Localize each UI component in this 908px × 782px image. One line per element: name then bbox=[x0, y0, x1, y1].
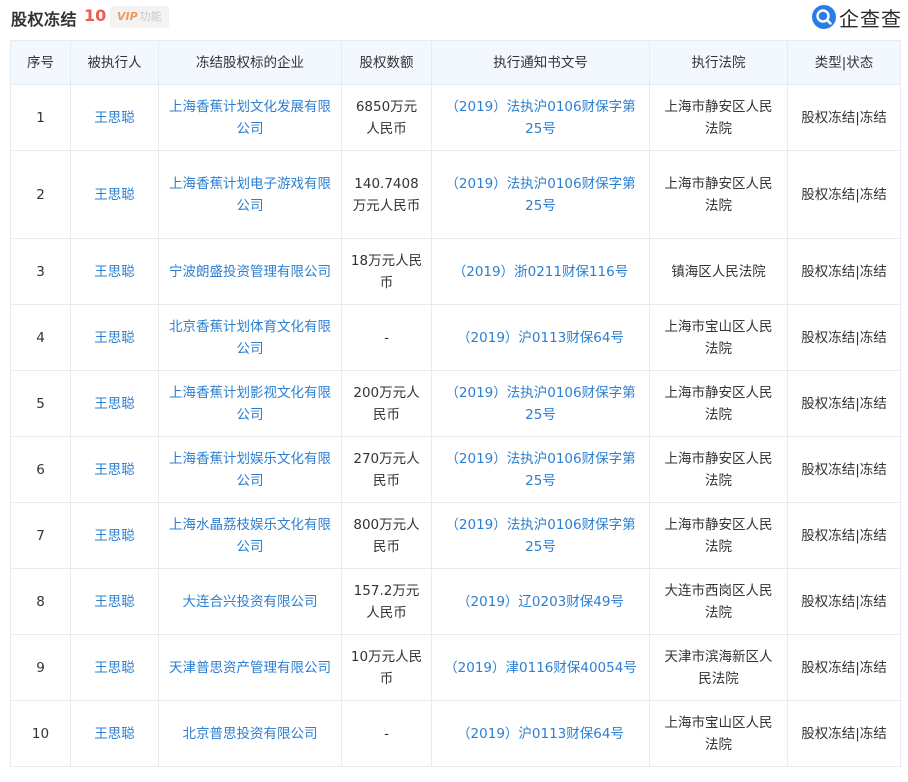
col-header-person: 被执行人 bbox=[70, 40, 159, 85]
cell-person-link[interactable]: 王思聪 bbox=[70, 436, 159, 503]
cell-no: 10 bbox=[10, 700, 71, 767]
cell-court: 上海市静安区人民法院 bbox=[649, 436, 788, 503]
table-row: 6 王思聪 上海香蕉计划娱乐文化有限公司 270万元人民币 （2019）法执沪0… bbox=[10, 436, 901, 503]
cell-doc-link[interactable]: （2019）辽0203财保49号 bbox=[431, 568, 650, 635]
cell-status: 股权冻结|冻结 bbox=[787, 304, 901, 371]
cell-court: 上海市宝山区人民法院 bbox=[649, 304, 788, 371]
cell-person-link[interactable]: 王思聪 bbox=[70, 700, 159, 767]
cell-status: 股权冻结|冻结 bbox=[787, 238, 901, 305]
cell-company-link[interactable]: 宁波朗盛投资管理有限公司 bbox=[158, 238, 342, 305]
cell-amount: 270万元人民币 bbox=[341, 436, 432, 503]
cell-status: 股权冻结|冻结 bbox=[787, 370, 901, 437]
cell-no: 1 bbox=[10, 84, 71, 151]
cell-court: 镇海区人民法院 bbox=[649, 238, 788, 305]
qichacha-logo-icon bbox=[812, 5, 836, 29]
cell-status: 股权冻结|冻结 bbox=[787, 502, 901, 569]
cell-company-link[interactable]: 上海水晶荔枝娱乐文化有限公司 bbox=[158, 502, 342, 569]
brand-name: 企查查 bbox=[839, 6, 902, 31]
col-header-no: 序号 bbox=[10, 40, 71, 85]
section-header: 股权冻结 10 VIP 功能 企查查 bbox=[0, 0, 908, 36]
cell-amount: 157.2万元人民币 bbox=[341, 568, 432, 635]
cell-no: 9 bbox=[10, 634, 71, 701]
col-header-court: 执行法院 bbox=[649, 40, 788, 85]
table-row: 10 王思聪 北京普思投资有限公司 - （2019）沪0113财保64号 上海市… bbox=[10, 700, 901, 767]
cell-no: 3 bbox=[10, 238, 71, 305]
cell-company-link[interactable]: 上海香蕉计划娱乐文化有限公司 bbox=[158, 436, 342, 503]
cell-company-link[interactable]: 上海香蕉计划文化发展有限公司 bbox=[158, 84, 342, 151]
vip-text: 功能 bbox=[139, 10, 162, 23]
cell-company-link[interactable]: 上海香蕉计划电子游戏有限公司 bbox=[158, 150, 342, 239]
cell-no: 7 bbox=[10, 502, 71, 569]
cell-amount: 800万元人民币 bbox=[341, 502, 432, 569]
cell-court: 上海市静安区人民法院 bbox=[649, 502, 788, 569]
cell-person-link[interactable]: 王思聪 bbox=[70, 634, 159, 701]
cell-court: 天津市滨海新区人民法院 bbox=[649, 634, 788, 701]
cell-status: 股权冻结|冻结 bbox=[787, 634, 901, 701]
cell-amount: 10万元人民币 bbox=[341, 634, 432, 701]
table-row: 8 王思聪 大连合兴投资有限公司 157.2万元人民币 （2019）辽0203财… bbox=[10, 568, 901, 635]
cell-no: 6 bbox=[10, 436, 71, 503]
cell-doc-link[interactable]: （2019）沪0113财保64号 bbox=[431, 304, 650, 371]
cell-person-link[interactable]: 王思聪 bbox=[70, 238, 159, 305]
cell-status: 股权冻结|冻结 bbox=[787, 700, 901, 767]
cell-court: 上海市静安区人民法院 bbox=[649, 84, 788, 151]
cell-no: 8 bbox=[10, 568, 71, 635]
cell-court: 上海市静安区人民法院 bbox=[649, 370, 788, 437]
cell-doc-link[interactable]: （2019）沪0113财保64号 bbox=[431, 700, 650, 767]
table-row: 5 王思聪 上海香蕉计划影视文化有限公司 200万元人民币 （2019）法执沪0… bbox=[10, 370, 901, 437]
cell-status: 股权冻结|冻结 bbox=[787, 436, 901, 503]
cell-status: 股权冻结|冻结 bbox=[787, 150, 901, 239]
cell-status: 股权冻结|冻结 bbox=[787, 568, 901, 635]
section-title: 股权冻结 bbox=[11, 10, 78, 29]
cell-no: 2 bbox=[10, 150, 71, 239]
cell-amount: - bbox=[341, 700, 432, 767]
table-row: 7 王思聪 上海水晶荔枝娱乐文化有限公司 800万元人民币 （2019）法执沪0… bbox=[10, 502, 901, 569]
cell-doc-link[interactable]: （2019）浙0211财保116号 bbox=[431, 238, 650, 305]
cell-amount: 18万元人民币 bbox=[341, 238, 432, 305]
cell-doc-link[interactable]: （2019）津0116财保40054号 bbox=[431, 634, 650, 701]
table-header-row: 序号 被执行人 冻结股权标的企业 股权数额 执行通知书文号 执行法院 类型|状态 bbox=[10, 40, 901, 85]
vip-badge[interactable]: VIP 功能 bbox=[110, 6, 169, 28]
cell-company-link[interactable]: 上海香蕉计划影视文化有限公司 bbox=[158, 370, 342, 437]
cell-status: 股权冻结|冻结 bbox=[787, 84, 901, 151]
table-row: 1 王思聪 上海香蕉计划文化发展有限公司 6850万元人民币 （2019）法执沪… bbox=[10, 84, 901, 151]
cell-amount: - bbox=[341, 304, 432, 371]
cell-court: 大连市西岗区人民法院 bbox=[649, 568, 788, 635]
cell-person-link[interactable]: 王思聪 bbox=[70, 304, 159, 371]
cell-doc-link[interactable]: （2019）法执沪0106财保字第25号 bbox=[431, 84, 650, 151]
cell-person-link[interactable]: 王思聪 bbox=[70, 370, 159, 437]
col-header-doc: 执行通知书文号 bbox=[431, 40, 650, 85]
cell-person-link[interactable]: 王思聪 bbox=[70, 150, 159, 239]
col-header-status: 类型|状态 bbox=[787, 40, 901, 85]
cell-amount: 200万元人民币 bbox=[341, 370, 432, 437]
cell-amount: 140.7408万元人民币 bbox=[341, 150, 432, 239]
brand-logo: 企查查 bbox=[812, 2, 902, 32]
cell-court: 上海市静安区人民法院 bbox=[649, 150, 788, 239]
cell-doc-link[interactable]: （2019）法执沪0106财保字第25号 bbox=[431, 502, 650, 569]
table-row: 2 王思聪 上海香蕉计划电子游戏有限公司 140.7408万元人民币 （2019… bbox=[10, 150, 901, 239]
cell-doc-link[interactable]: （2019）法执沪0106财保字第25号 bbox=[431, 370, 650, 437]
cell-doc-link[interactable]: （2019）法执沪0106财保字第25号 bbox=[431, 150, 650, 239]
vip-label: VIP bbox=[117, 10, 138, 23]
equity-freeze-table: 序号 被执行人 冻结股权标的企业 股权数额 执行通知书文号 执行法院 类型|状态… bbox=[10, 40, 901, 767]
record-count: 10 bbox=[84, 6, 107, 25]
cell-person-link[interactable]: 王思聪 bbox=[70, 84, 159, 151]
cell-amount: 6850万元人民币 bbox=[341, 84, 432, 151]
table-row: 9 王思聪 天津普思资产管理有限公司 10万元人民币 （2019）津0116财保… bbox=[10, 634, 901, 701]
cell-person-link[interactable]: 王思聪 bbox=[70, 502, 159, 569]
table-row: 3 王思聪 宁波朗盛投资管理有限公司 18万元人民币 （2019）浙0211财保… bbox=[10, 238, 901, 305]
cell-court: 上海市宝山区人民法院 bbox=[649, 700, 788, 767]
cell-company-link[interactable]: 天津普思资产管理有限公司 bbox=[158, 634, 342, 701]
cell-no: 5 bbox=[10, 370, 71, 437]
col-header-amount: 股权数额 bbox=[341, 40, 432, 85]
col-header-company: 冻结股权标的企业 bbox=[158, 40, 342, 85]
table-row: 4 王思聪 北京香蕉计划体育文化有限公司 - （2019）沪0113财保64号 … bbox=[10, 304, 901, 371]
cell-doc-link[interactable]: （2019）法执沪0106财保字第25号 bbox=[431, 436, 650, 503]
cell-person-link[interactable]: 王思聪 bbox=[70, 568, 159, 635]
cell-company-link[interactable]: 北京普思投资有限公司 bbox=[158, 700, 342, 767]
cell-company-link[interactable]: 大连合兴投资有限公司 bbox=[158, 568, 342, 635]
cell-company-link[interactable]: 北京香蕉计划体育文化有限公司 bbox=[158, 304, 342, 371]
cell-no: 4 bbox=[10, 304, 71, 371]
